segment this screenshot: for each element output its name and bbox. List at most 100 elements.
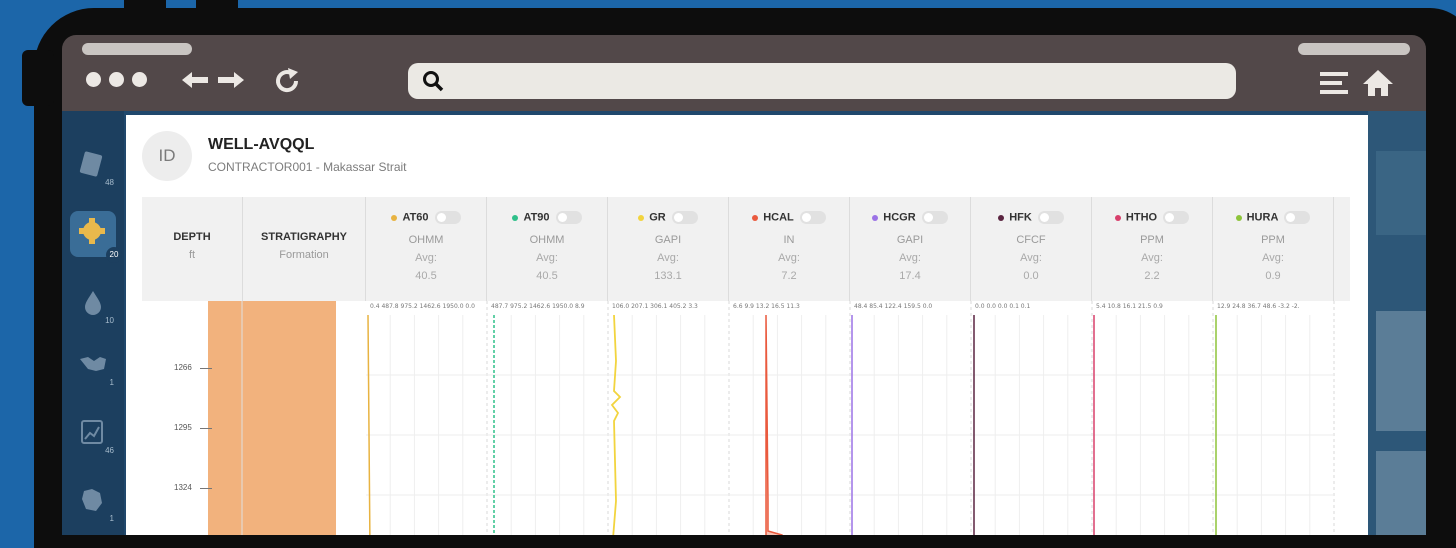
- background-card: [1376, 451, 1426, 535]
- curve-avg-value: 40.5: [415, 270, 437, 282]
- refresh-icon[interactable]: [274, 67, 302, 95]
- curve-trace-gr: [610, 314, 622, 535]
- curve-visibility-toggle[interactable]: [1284, 211, 1311, 224]
- home-icon[interactable]: [1362, 69, 1394, 97]
- back-arrow-icon[interactable]: [182, 71, 210, 89]
- window-dot-3[interactable]: [132, 72, 147, 87]
- curve-avg-value: 0.0: [1023, 270, 1039, 282]
- background-card: [1376, 151, 1426, 235]
- curve-color-dot: [512, 214, 519, 221]
- sidebar: 48 20 10 1 46 1: [62, 111, 124, 535]
- curve-label: AT90: [523, 211, 550, 224]
- sidebar-count: 48: [105, 178, 114, 187]
- well-log-panel: ID WELL-AVQQL CONTRACTOR001 - Makassar S…: [126, 115, 1368, 535]
- sidebar-item-reports[interactable]: 46: [70, 409, 116, 455]
- curve-scale-labels: 5.4 10.8 16.1 21.5 0.9: [1096, 303, 1163, 310]
- curve-name: HURA: [1213, 211, 1333, 224]
- depth-tick: [200, 428, 212, 429]
- curve-visibility-toggle[interactable]: [1163, 211, 1190, 224]
- curve-name: HFK: [971, 211, 1091, 224]
- background-card: [1376, 311, 1426, 431]
- curve-label: HTHO: [1125, 211, 1158, 224]
- curve-name: AT60: [366, 211, 486, 224]
- curve-visibility-toggle[interactable]: [799, 211, 826, 224]
- menu-icon[interactable]: [1320, 71, 1348, 95]
- curve-avg-value: 2.2: [1144, 270, 1160, 282]
- url-bar[interactable]: [408, 63, 1236, 99]
- curve-color-dot: [998, 214, 1005, 221]
- avatar: ID: [142, 131, 192, 181]
- curve-header-hura: HURA PPM Avg: 0.9: [1213, 197, 1334, 301]
- stratigraphy-header-unit: Formation: [279, 249, 329, 261]
- curve-name: HCGR: [850, 211, 970, 224]
- curve-unit: GAPI: [896, 234, 924, 246]
- curve-avg-label: Avg:: [415, 252, 437, 264]
- curve-unit: PPM: [1261, 234, 1285, 246]
- well-subtitle: CONTRACTOR001 - Makassar Strait: [208, 160, 407, 174]
- curve-color-dot: [1114, 214, 1121, 221]
- curve-scale-labels: 0.4 487.8 975.2 1462.6 1950.0 0.0: [370, 303, 475, 310]
- curve-avg-label: Avg:: [657, 252, 679, 264]
- stratigraphy-formation-fill: [208, 301, 336, 535]
- curve-header-hfk: HFK CFCF Avg: 0.0: [971, 197, 1092, 301]
- curve-avg-label: Avg:: [778, 252, 800, 264]
- background-panel: [1368, 111, 1426, 535]
- curve-avg-label: Avg:: [1020, 252, 1042, 264]
- depth-tick: [200, 368, 212, 369]
- search-icon: [423, 71, 444, 92]
- curve-avg-label: Avg:: [1262, 252, 1284, 264]
- curve-name: HCAL: [729, 211, 849, 224]
- curve-visibility-toggle[interactable]: [921, 211, 948, 224]
- curve-header-at60: AT60 OHMM Avg: 40.5: [366, 197, 487, 301]
- sidebar-count: 10: [105, 316, 114, 325]
- browser-window: 48 20 10 1 46 1 ID WELL-AVQQL CONTRACTOR…: [62, 35, 1426, 535]
- depth-label: 1324: [174, 483, 192, 492]
- curve-visibility-toggle[interactable]: [671, 211, 698, 224]
- depth-header: DEPTH ft: [142, 197, 243, 301]
- curve-scale-labels: 106.0 207.1 306.1 405.2 3.3: [612, 303, 698, 310]
- curve-avg-value: 133.1: [654, 270, 682, 282]
- forward-arrow-icon[interactable]: [216, 71, 244, 89]
- window-title-pill: [82, 43, 192, 55]
- curve-visibility-toggle[interactable]: [555, 211, 582, 224]
- curve-label: HURA: [1246, 211, 1279, 224]
- curve-avg-value: 7.2: [781, 270, 797, 282]
- curve-visibility-toggle[interactable]: [1037, 211, 1064, 224]
- stratigraphy-header: STRATIGRAPHY Formation: [243, 197, 366, 301]
- curve-unit: IN: [783, 234, 795, 246]
- curve-label: GR: [649, 211, 666, 224]
- depth-header-unit: ft: [188, 249, 196, 261]
- depth-tick: [200, 488, 212, 489]
- curve-visibility-toggle[interactable]: [434, 211, 461, 224]
- curve-color-dot: [752, 214, 759, 221]
- depth-header-label: DEPTH: [173, 231, 211, 243]
- curve-color-dot: [638, 214, 645, 221]
- curve-header-at90: AT90 OHMM Avg: 40.5: [487, 197, 608, 301]
- curve-header-hcal: HCAL IN Avg: 7.2: [729, 197, 850, 301]
- sidebar-item-partners[interactable]: 1: [70, 341, 116, 387]
- curve-avg-value: 40.5: [536, 270, 558, 282]
- curve-trace-at60: [367, 314, 371, 535]
- window-handle-pill: [1298, 43, 1410, 55]
- curve-scale-labels: 487.7 975.2 1462.6 1950.0 8.9: [491, 303, 585, 310]
- depth-label: 1295: [174, 423, 192, 432]
- curve-header-hcgr: HCGR GAPI Avg: 17.4: [850, 197, 971, 301]
- curve-avg-value: 0.9: [1265, 270, 1281, 282]
- curve-scale-labels: 0.0 0.0 0.0 0.1 0.1: [975, 303, 1031, 310]
- window-dot-2[interactable]: [109, 72, 124, 87]
- window-dot-1[interactable]: [86, 72, 101, 87]
- curve-label: HFK: [1009, 211, 1032, 224]
- sidebar-item-settings[interactable]: 20: [70, 211, 122, 263]
- curve-scale-labels: 6.6 9.9 13.2 16.5 11.3: [733, 303, 800, 310]
- curve-scale-labels: 48.4 85.4 122.4 159.5 0.0: [854, 303, 933, 310]
- sidebar-item-documents[interactable]: 48: [70, 141, 116, 187]
- curve-color-dot: [872, 214, 879, 221]
- sidebar-item-fluids[interactable]: 10: [70, 279, 116, 325]
- curve-label: HCGR: [883, 211, 916, 224]
- curve-label: HCAL: [763, 211, 794, 224]
- well-name: WELL-AVQQL: [208, 136, 315, 153]
- sidebar-item-map[interactable]: 1: [70, 477, 116, 523]
- curve-color-dot: [1235, 214, 1242, 221]
- sidebar-count: 46: [105, 446, 114, 455]
- log-header: DEPTH ft STRATIGRAPHY Formation AT60 OHMM…: [142, 197, 1350, 301]
